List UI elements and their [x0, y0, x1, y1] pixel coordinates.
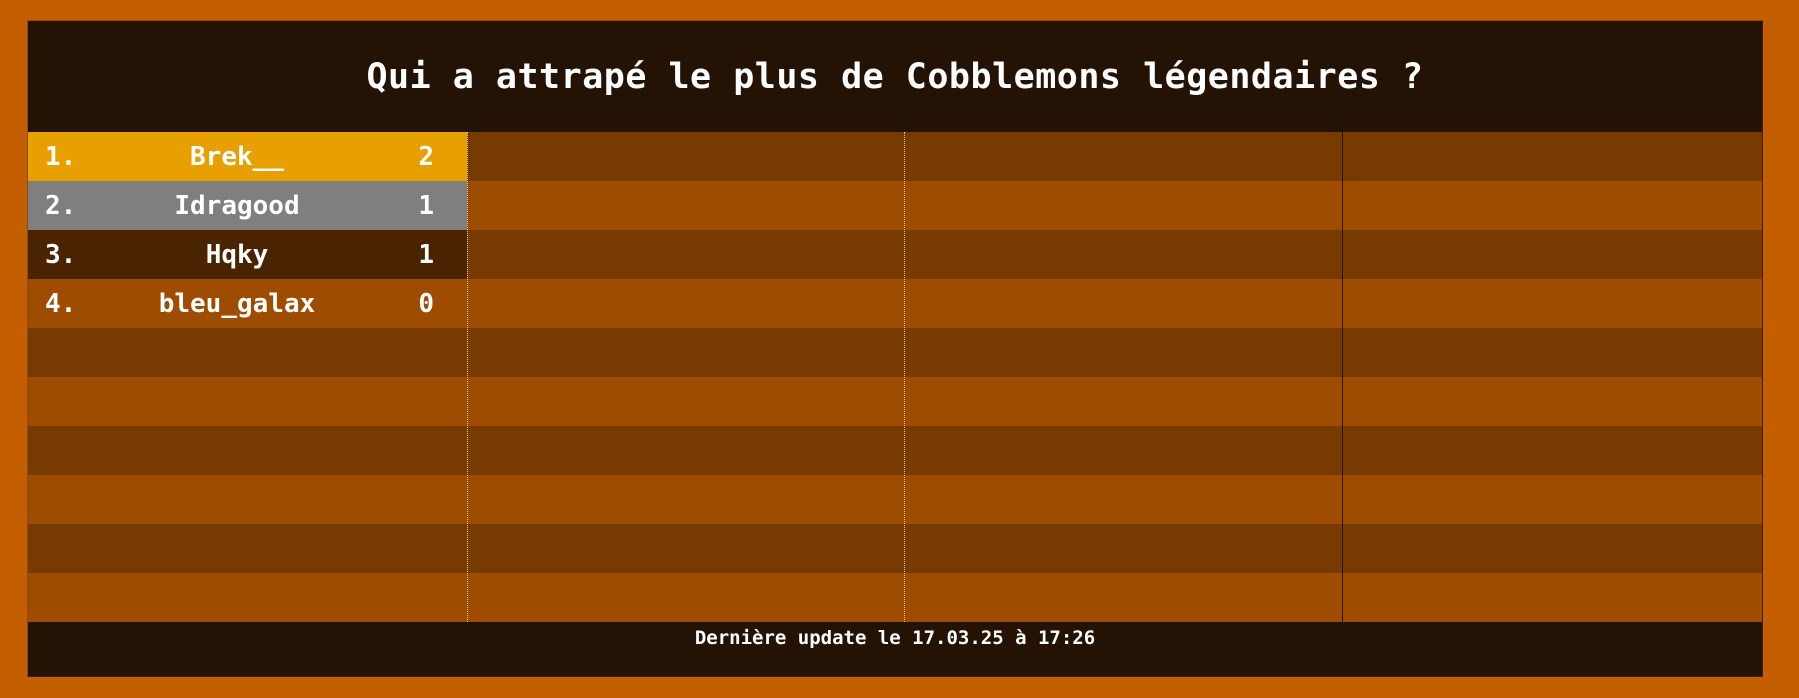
grid-row: [28, 328, 1762, 377]
grid-row: [28, 426, 1762, 475]
column-divider: [1342, 132, 1343, 622]
leaderboard-entry-2: 2. Idragood 1: [28, 181, 467, 230]
grid-row: [28, 573, 1762, 622]
entry-name: bleu_galax: [158, 288, 316, 319]
leaderboard-entry-4: 4. bleu_galax 0: [28, 279, 467, 328]
grid-row: [28, 475, 1762, 524]
entry-score: 1: [418, 239, 434, 270]
leaderboard-entry-1: 1. Brek__ 2: [28, 132, 467, 181]
column-divider: [904, 132, 905, 622]
last-update-text: Dernière update le 17.03.25 à 17:26: [694, 627, 1096, 649]
entry-name: Brek__: [190, 141, 284, 172]
grid-row: [28, 524, 1762, 573]
entry-score: 1: [418, 190, 434, 221]
leaderboard-title: Qui a attrapé le plus de Cobblemons lége…: [366, 56, 1424, 97]
entry-score: 0: [418, 288, 434, 319]
leaderboard-grid: 1. Brek__ 2 2. Idragood 1 3. Hqky 1 4. b…: [28, 132, 1762, 622]
leaderboard-board: Qui a attrapé le plus de Cobblemons lége…: [27, 20, 1763, 677]
entry-name: Hqky: [205, 239, 269, 270]
entry-score: 2: [418, 141, 434, 172]
entry-name: Idragood: [174, 190, 300, 221]
grid-row: [28, 377, 1762, 426]
column-divider: [467, 132, 468, 622]
leaderboard-entry-3: 3. Hqky 1: [28, 230, 467, 279]
